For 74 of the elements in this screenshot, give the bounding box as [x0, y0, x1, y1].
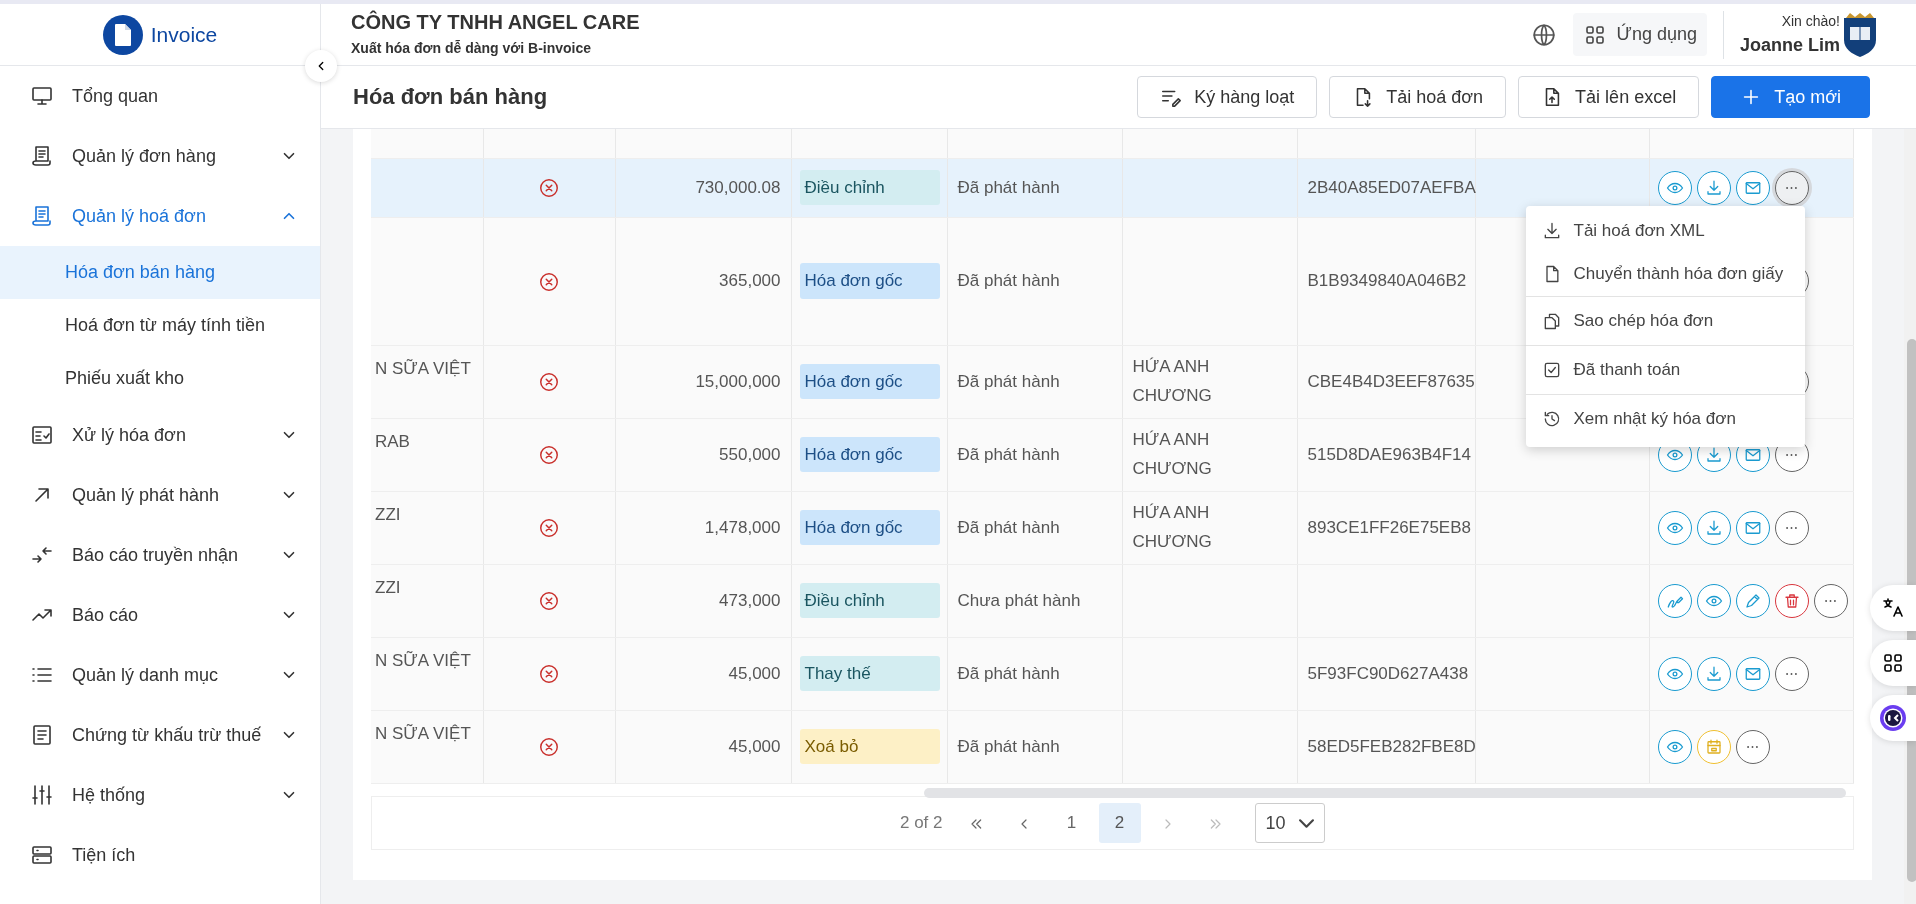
- sidebar-item[interactable]: Tổng quan: [0, 66, 320, 126]
- sidebar-item[interactable]: Hệ thống: [0, 765, 320, 825]
- sidebar-item[interactable]: Xử lý hóa đơn: [0, 405, 320, 465]
- menu-item[interactable]: Chuyển thành hóa đơn giấy: [1525, 252, 1805, 296]
- page-button[interactable]: 2: [1098, 803, 1141, 844]
- page-size-select[interactable]: 10: [1254, 803, 1325, 844]
- menu-item[interactable]: Xem nhật ký hóa đơn: [1525, 393, 1805, 443]
- table-cell: 730,000.08: [695, 177, 781, 197]
- type-tag: Hóa đơn gốc: [799, 436, 940, 473]
- sidebar-item[interactable]: Quản lý danh mục: [0, 645, 320, 705]
- sidebar-subitem[interactable]: Phiếu xuất kho: [0, 352, 320, 405]
- type-tag: Xoá bỏ: [799, 728, 940, 765]
- page-title: Hóa đơn bán hàng: [353, 83, 549, 111]
- create-button[interactable]: Tạo mới: [1711, 76, 1870, 118]
- page-summary: 2 of 2: [899, 812, 943, 835]
- sidebar-item[interactable]: Báo cáo: [0, 585, 320, 645]
- sidebar-item[interactable]: Quản lý đơn hàng: [0, 126, 320, 186]
- toolbar-button[interactable]: Tải lên excel: [1518, 76, 1700, 118]
- brand-name: Invoice: [150, 21, 218, 48]
- table-cell: Đã phát hành: [957, 736, 1060, 756]
- tagline: Xuất hóa đơn dễ dàng với B-invoice: [351, 39, 593, 58]
- table-cell: 550,000: [719, 444, 781, 464]
- table-cell: 473,000: [719, 590, 781, 610]
- table-cell: 58ED5FEB282FBE8D: [1307, 736, 1476, 756]
- sidebar-subitem[interactable]: Hóa đơn bán hàng: [0, 246, 320, 299]
- sidebar-item[interactable]: Quản lý hoá đơn: [0, 186, 320, 246]
- menu-item[interactable]: Sao chép hóa đơn: [1525, 295, 1805, 345]
- sidebar-item[interactable]: Quản lý phát hành: [0, 465, 320, 525]
- table-cell: 45,000: [728, 736, 781, 756]
- table-cell: Đã phát hành: [957, 517, 1060, 537]
- table-cell: 365,000: [719, 271, 781, 291]
- company-name: CÔNG TY TNHH ANGEL CARE: [351, 10, 641, 34]
- page-button[interactable]: 1: [1050, 803, 1093, 844]
- table-cell: 1,478,000: [704, 517, 781, 537]
- table-cell: 2B40A85ED07AEFBA: [1307, 177, 1476, 197]
- apps-button[interactable]: Ứng dụng: [1572, 13, 1707, 56]
- table-cell: 15,000,000: [695, 371, 781, 391]
- type-tag: Hóa đơn gốc: [799, 263, 940, 299]
- user-name: Joanne Lim: [1739, 33, 1840, 57]
- table-cell: 45,000: [728, 663, 781, 683]
- table-cell: B1B9349840A046B2: [1307, 271, 1467, 291]
- table-cell: Chưa phát hành: [957, 590, 1081, 610]
- sidebar-item[interactable]: Chứng từ khấu trừ thuế: [0, 705, 320, 765]
- type-tag: Điều chỉnh: [799, 582, 940, 619]
- toolbar-button[interactable]: Ký hàng loạt: [1137, 76, 1318, 118]
- table-cell: 893CE1FF26E75EB8: [1307, 517, 1471, 537]
- table-cell-text: HỨA ANH CHƯƠNG: [1132, 501, 1213, 553]
- toolbar-button[interactable]: Tải hoá đơn: [1329, 76, 1507, 118]
- greeting: Xin chào!: [1780, 11, 1840, 31]
- table-cell: ZZI: [375, 504, 401, 524]
- menu-item[interactable]: Tải hoá đơn XML: [1525, 209, 1805, 253]
- table-cell: Đã phát hành: [957, 271, 1060, 291]
- sidebar-item[interactable]: Tiện ích: [0, 825, 320, 885]
- table-cell-text: HỨA ANH CHƯƠNG: [1132, 428, 1213, 480]
- table-cell: ZZI: [375, 577, 401, 597]
- table-cell: CBE4B4D3EEF87635: [1307, 371, 1475, 391]
- type-tag: Hóa đơn gốc: [799, 509, 940, 546]
- table-cell: 5F93FC90D627A438: [1307, 663, 1469, 683]
- sidebar-item[interactable]: Báo cáo truyền nhận: [0, 525, 320, 585]
- table-cell: Đã phát hành: [957, 371, 1060, 391]
- table-cell: Đã phát hành: [957, 444, 1060, 464]
- menu-item[interactable]: Đã thanh toán: [1525, 344, 1805, 394]
- table-cell: N SỮA VIỆT: [375, 650, 471, 670]
- sidebar-subitem[interactable]: Hoá đơn từ máy tính tiền: [0, 299, 320, 352]
- type-tag: Thay thế: [799, 655, 940, 692]
- table-cell: Đã phát hành: [957, 177, 1060, 197]
- table-cell: N SỮA VIỆT: [375, 358, 471, 378]
- table-cell: RAB: [375, 431, 410, 451]
- table-cell: 515D8DAE963B4F14: [1307, 444, 1471, 464]
- table-cell: Đã phát hành: [957, 663, 1060, 683]
- table-cell: N SỮA VIỆT: [375, 723, 471, 743]
- table-cell-text: HỨA ANH CHƯƠNG: [1132, 355, 1213, 407]
- type-tag: Hóa đơn gốc: [799, 363, 940, 400]
- type-tag: Điều chỉnh: [799, 169, 940, 206]
